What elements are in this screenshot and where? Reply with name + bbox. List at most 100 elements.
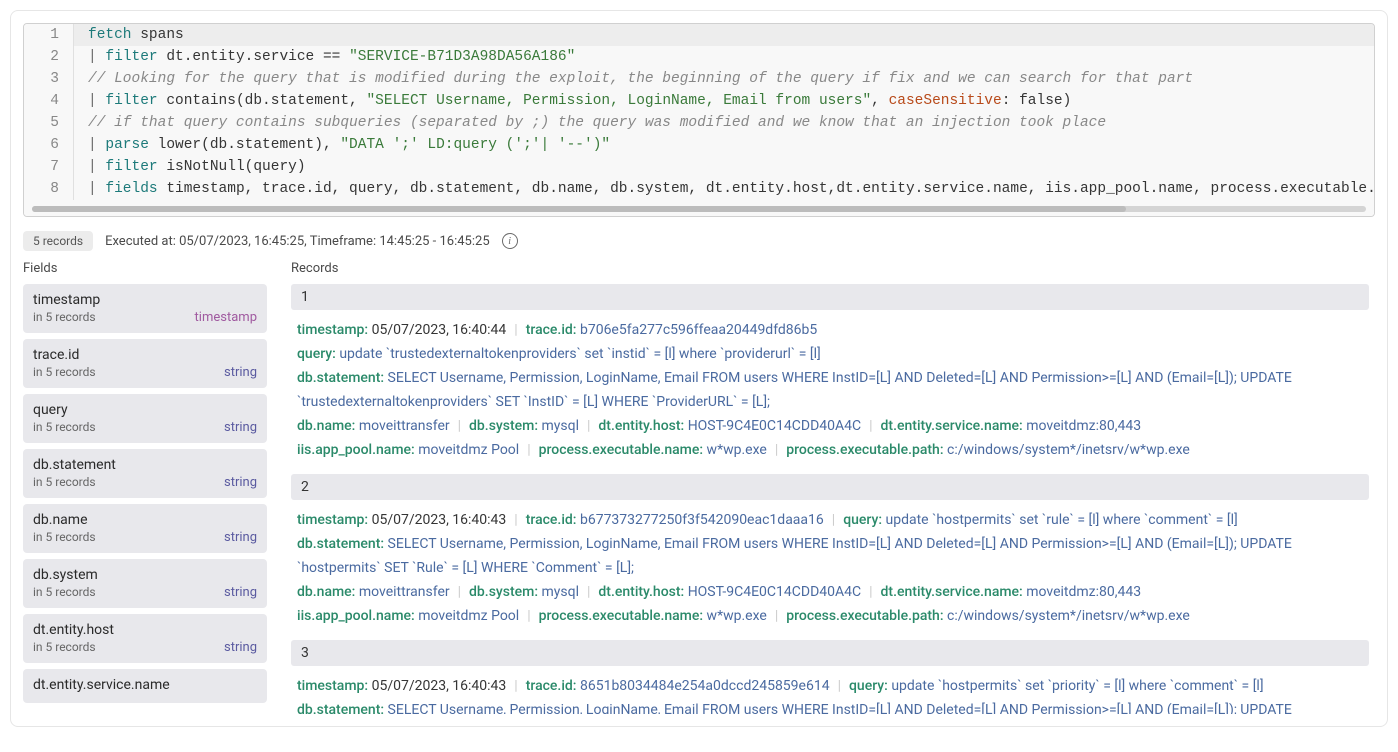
record-value[interactable]: moveittransfer: [359, 584, 450, 600]
code-content[interactable]: | parse lower(db.statement), "DATA ';' L…: [74, 134, 1374, 156]
record-value[interactable]: b706e5fa277c596ffeaa20449dfd86b5: [580, 322, 817, 338]
field-type: string: [224, 420, 257, 435]
record-body: timestamp: 05/07/2023, 16:40:43|trace.id…: [291, 672, 1369, 714]
record-key: query:: [849, 678, 888, 694]
field-card[interactable]: db.namein 5 recordsstring: [23, 504, 267, 553]
field-name: query: [33, 402, 257, 418]
field-card[interactable]: db.systemin 5 recordsstring: [23, 559, 267, 608]
line-number: 2: [24, 46, 74, 68]
code-line[interactable]: 2| filter dt.entity.service == "SERVICE-…: [24, 46, 1374, 68]
record-body: timestamp: 05/07/2023, 16:40:43|trace.id…: [291, 506, 1369, 630]
code-content[interactable]: // if that query contains subqueries (se…: [74, 112, 1374, 134]
record-key: trace.id:: [526, 512, 577, 528]
record-key: dt.entity.service.name:: [881, 418, 1023, 434]
field-card[interactable]: db.statementin 5 recordsstring: [23, 449, 267, 498]
record-value[interactable]: c:/windows/system*/inetsrv/w*wp.exe: [947, 442, 1190, 458]
line-number: 5: [24, 112, 74, 134]
line-number: 6: [24, 134, 74, 156]
record-value[interactable]: update `trustedexternaltokenproviders` s…: [339, 346, 820, 362]
record-value[interactable]: SELECT Username, Permission, LoginName, …: [297, 370, 1292, 410]
field-type: string: [224, 640, 257, 655]
record-value[interactable]: SELECT Username, Permission, LoginName, …: [297, 702, 1292, 714]
record-key: db.name:: [297, 418, 355, 434]
kv-separator: |: [869, 418, 872, 434]
fields-header: Fields: [23, 261, 273, 276]
record-key: query:: [843, 512, 882, 528]
horizontal-scrollbar[interactable]: [32, 206, 1366, 212]
line-number: 4: [24, 90, 74, 112]
code-content[interactable]: | filter isNotNull(query): [74, 156, 1374, 178]
code-line[interactable]: 8| fields timestamp, trace.id, query, db…: [24, 178, 1374, 200]
record-value[interactable]: c:/windows/system*/inetsrv/w*wp.exe: [947, 608, 1190, 624]
field-count: in 5 records: [33, 310, 96, 324]
executed-at-text: Executed at: 05/07/2023, 16:45:25, Timef…: [105, 234, 490, 249]
query-editor[interactable]: 1fetch spans2| filter dt.entity.service …: [23, 23, 1375, 217]
record-card[interactable]: 1timestamp: 05/07/2023, 16:40:44|trace.i…: [291, 284, 1369, 464]
record-key: db.statement:: [297, 536, 384, 552]
code-content[interactable]: | filter contains(db.statement, "SELECT …: [74, 90, 1374, 112]
field-name: db.system: [33, 567, 257, 583]
record-value[interactable]: moveitdmz:80,443: [1026, 418, 1141, 434]
fields-column: Fields timestampin 5 recordstimestamptra…: [23, 261, 273, 714]
kv-separator: |: [838, 678, 841, 694]
record-key: process.executable.path:: [786, 608, 943, 624]
code-content[interactable]: // Looking for the query that is modifie…: [74, 68, 1374, 90]
records-count-badge: 5 records: [23, 231, 93, 251]
records-header: Records: [291, 261, 1375, 276]
code-line[interactable]: 5// if that query contains subqueries (s…: [24, 112, 1374, 134]
record-key: iis.app_pool.name:: [297, 608, 415, 624]
record-key: process.executable.path:: [786, 442, 943, 458]
record-key: query:: [297, 346, 336, 362]
record-value[interactable]: moveitdmz Pool: [418, 442, 519, 458]
record-value[interactable]: HOST-9C4E0C14CDD40A4C: [688, 418, 861, 434]
field-card[interactable]: trace.idin 5 recordsstring: [23, 339, 267, 388]
record-value[interactable]: w*wp.exe: [707, 608, 767, 624]
field-card[interactable]: dt.entity.hostin 5 recordsstring: [23, 614, 267, 663]
code-content[interactable]: fetch spans: [74, 24, 1374, 46]
records-list[interactable]: 1timestamp: 05/07/2023, 16:40:44|trace.i…: [291, 284, 1375, 714]
code-line[interactable]: 4| filter contains(db.statement, "SELECT…: [24, 90, 1374, 112]
code-content[interactable]: | fields timestamp, trace.id, query, db.…: [74, 178, 1375, 200]
code-line[interactable]: 1fetch spans: [24, 24, 1374, 46]
record-value[interactable]: moveitdmz:80,443: [1026, 584, 1141, 600]
record-key: dt.entity.host:: [598, 584, 684, 600]
record-card[interactable]: 3timestamp: 05/07/2023, 16:40:43|trace.i…: [291, 640, 1369, 714]
field-card[interactable]: timestampin 5 recordstimestamp: [23, 284, 267, 333]
record-value[interactable]: update `hostpermits` set `priority` = [l…: [891, 678, 1263, 694]
code-line[interactable]: 7| filter isNotNull(query): [24, 156, 1374, 178]
record-value[interactable]: mysql: [542, 584, 580, 600]
record-key: trace.id:: [526, 678, 577, 694]
line-number: 7: [24, 156, 74, 178]
record-value[interactable]: HOST-9C4E0C14CDD40A4C: [688, 584, 861, 600]
field-type: string: [224, 475, 257, 490]
record-value[interactable]: SELECT Username, Permission, LoginName, …: [297, 536, 1292, 576]
record-value[interactable]: moveittransfer: [359, 418, 450, 434]
field-count: in 5 records: [33, 530, 96, 544]
record-value[interactable]: mysql: [542, 418, 580, 434]
kv-separator: |: [587, 584, 590, 600]
info-icon[interactable]: i: [502, 233, 518, 249]
field-name: dt.entity.service.name: [33, 677, 257, 693]
kv-separator: |: [514, 512, 517, 528]
code-line[interactable]: 3// Looking for the query that is modifi…: [24, 68, 1374, 90]
field-name: timestamp: [33, 292, 257, 308]
fields-list[interactable]: timestampin 5 recordstimestamptrace.idin…: [23, 284, 273, 703]
field-count: in 5 records: [33, 640, 96, 654]
record-card[interactable]: 2timestamp: 05/07/2023, 16:40:43|trace.i…: [291, 474, 1369, 630]
record-key: trace.id:: [526, 322, 577, 338]
code-content[interactable]: | filter dt.entity.service == "SERVICE-B…: [74, 46, 1374, 68]
record-value[interactable]: 8651b8034484e254a0dccd245859e614: [580, 678, 830, 694]
record-value[interactable]: moveitdmz Pool: [418, 608, 519, 624]
app-container: 1fetch spans2| filter dt.entity.service …: [10, 10, 1388, 727]
records-column: Records 1timestamp: 05/07/2023, 16:40:44…: [291, 261, 1375, 714]
field-card[interactable]: dt.entity.service.name: [23, 669, 267, 703]
field-card[interactable]: queryin 5 recordsstring: [23, 394, 267, 443]
field-count: in 5 records: [33, 365, 96, 379]
record-value[interactable]: update `hostpermits` set `rule` = [l] wh…: [886, 512, 1238, 528]
record-value[interactable]: b677373277250f3f542090eac1daaa16: [580, 512, 824, 528]
kv-separator: |: [514, 322, 517, 338]
code-line[interactable]: 6| parse lower(db.statement), "DATA ';' …: [24, 134, 1374, 156]
kv-separator: |: [527, 442, 530, 458]
record-key: dt.entity.service.name:: [881, 584, 1023, 600]
record-value[interactable]: w*wp.exe: [707, 442, 767, 458]
